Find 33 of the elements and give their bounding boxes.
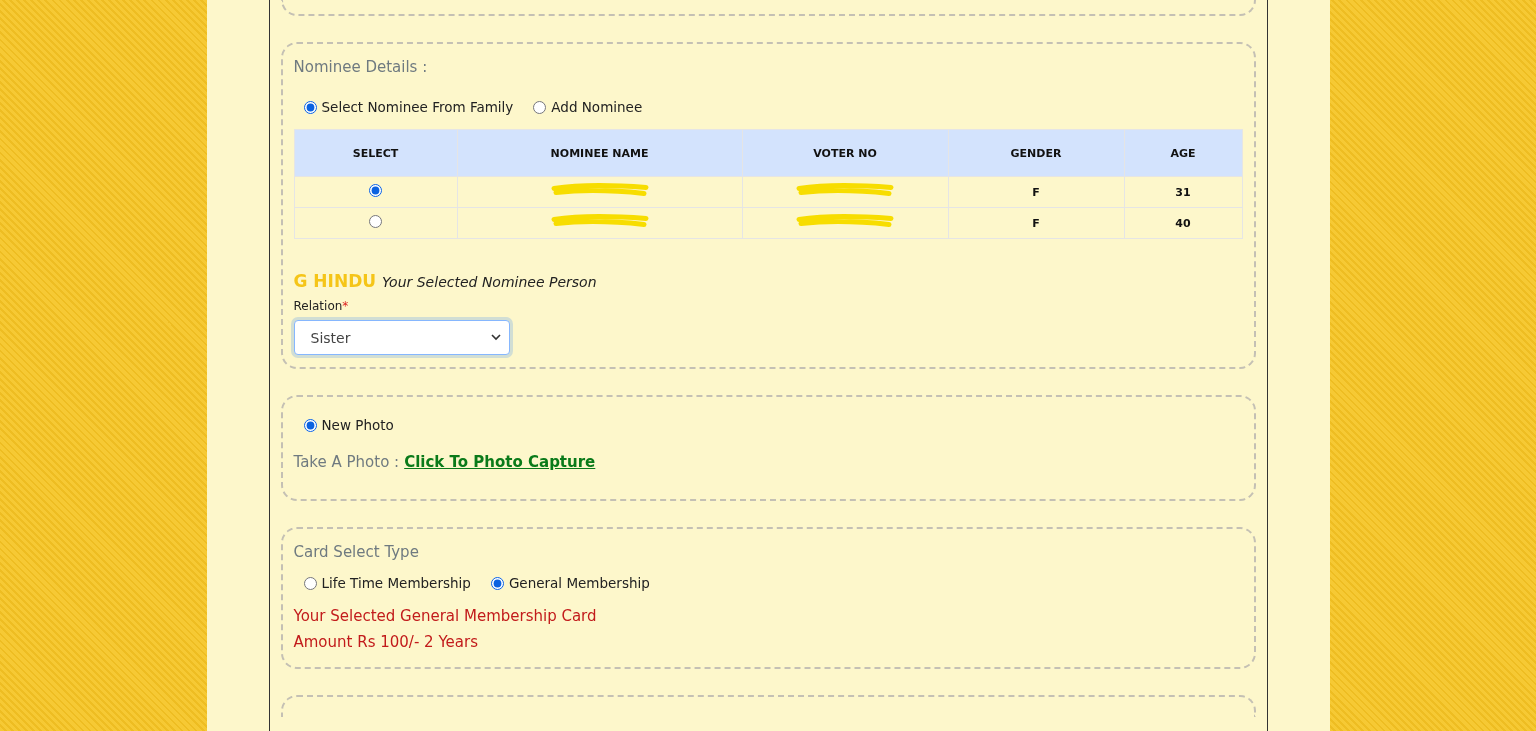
column-header: NOMINEE NAME — [457, 129, 742, 177]
column-header: VOTER NO — [742, 129, 948, 177]
column-header: SELECT — [294, 129, 457, 177]
table-cell: 40 — [1175, 216, 1191, 230]
amount-text: Amount Rs 100/- 2 Years — [293, 633, 479, 651]
required-mark: * — [342, 299, 349, 313]
row-radio[interactable] — [369, 184, 382, 197]
option-label: Select Nominee From Family — [321, 99, 514, 115]
radio-button[interactable] — [303, 418, 317, 432]
option-label: Add Nominee — [551, 99, 643, 115]
chevron-down-icon — [490, 334, 501, 341]
table-cell: 31 — [1175, 185, 1191, 199]
option-label: General Membership — [508, 575, 650, 591]
photo-prompt: Take A Photo : — [293, 453, 400, 471]
table-cell: F — [1032, 216, 1040, 230]
column-header: AGE — [1124, 129, 1242, 177]
column-header: GENDER — [948, 129, 1124, 177]
photo-capture-link[interactable]: Click To Photo Capture — [404, 453, 596, 471]
table-cell: F — [1032, 185, 1040, 199]
radio-button[interactable] — [303, 100, 317, 114]
nominee-caption: Your Selected Nominee Person — [382, 274, 597, 290]
radio-button[interactable] — [490, 576, 504, 590]
section-title: Card Select Type — [293, 543, 420, 561]
radio-button[interactable] — [303, 576, 317, 590]
section-title: Nominee Details : — [293, 58, 429, 76]
radio-button[interactable] — [533, 100, 547, 114]
selection-message: Your Selected General Membership Card — [293, 607, 598, 625]
nominee-name: G HINDU — [293, 271, 377, 291]
option-label: Life Time Membership — [321, 575, 471, 591]
row-radio[interactable] — [369, 215, 382, 228]
option-label: New Photo — [321, 417, 394, 433]
relation-select[interactable]: Sister — [293, 320, 510, 355]
relation-label: Relation — [293, 299, 343, 313]
